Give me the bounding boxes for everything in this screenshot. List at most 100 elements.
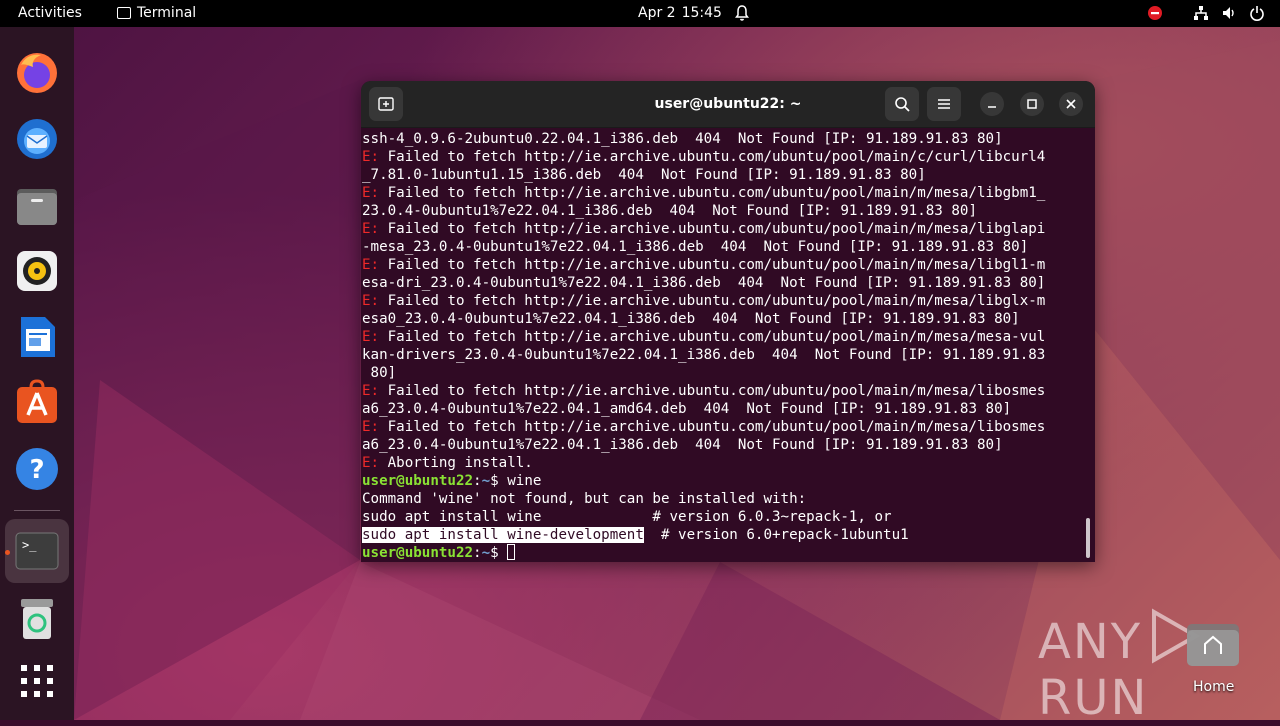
minimize-icon (988, 106, 996, 108)
error-prefix: E: (362, 221, 380, 237)
minimize-button[interactable] (980, 92, 1004, 116)
maximize-icon (1027, 99, 1037, 109)
volume-icon (1220, 4, 1238, 22)
terminal-line: E: Failed to fetch http://ie.archive.ubu… (362, 184, 1082, 202)
prompt-separator: : (473, 545, 482, 561)
terminal-line: kan-drivers_23.0.4-0ubuntu1%7e22.04.1_i3… (362, 346, 1082, 364)
terminal-line: user@ubuntu22:~$ (362, 544, 1082, 562)
dock-separator (14, 510, 60, 511)
output-text: a6_23.0.4-0ubuntu1%7e22.04.1_amd64.deb 4… (362, 401, 1012, 417)
terminal-line: sudo apt install wine-development # vers… (362, 526, 1082, 544)
terminal-line: E: Failed to fetch http://ie.archive.ubu… (362, 292, 1082, 310)
top-bar: Activities Terminal Apr 2 15:45 (0, 0, 1280, 27)
app-menu[interactable]: Terminal (117, 5, 196, 21)
dock-help[interactable]: ? (13, 445, 61, 493)
terminal-line: E: Failed to fetch http://ie.archive.ubu… (362, 418, 1082, 436)
help-icon: ? (16, 448, 58, 490)
terminal-window[interactable]: user@ubuntu22: ~ ssh-4_0.9.6-2ubuntu0.22… (361, 81, 1095, 562)
dock-firefox[interactable] (13, 49, 61, 97)
error-message: Failed to fetch http://ie.archive.ubuntu… (379, 293, 1046, 309)
prompt-path: ~ (481, 545, 491, 561)
prompt-user: user@ubuntu22 (362, 473, 474, 489)
dock-files[interactable] (13, 181, 61, 229)
terminal-line: 23.0.4-0ubuntu1%7e22.04.1_i386.deb 404 N… (362, 202, 1082, 220)
trash-icon (21, 599, 53, 639)
dock-ubuntu-software[interactable] (13, 379, 61, 427)
network-icon (1192, 4, 1210, 22)
terminal-app-icon (117, 7, 131, 19)
do-not-disturb-icon (1146, 4, 1164, 22)
error-message: Failed to fetch http://ie.archive.ubuntu… (379, 185, 1046, 201)
home-folder-icon[interactable] (1185, 620, 1241, 668)
error-prefix: E: (362, 149, 380, 165)
error-prefix: E: (362, 329, 380, 345)
dock: ? >_ (0, 27, 74, 720)
terminal-headerbar[interactable]: user@ubuntu22: ~ (361, 81, 1095, 128)
error-message: Failed to fetch http://ie.archive.ubuntu… (379, 221, 1046, 237)
dock-show-applications[interactable] (13, 657, 61, 705)
terminal-line: a6_23.0.4-0ubuntu1%7e22.04.1_amd64.deb 4… (362, 400, 1082, 418)
app-grid-icon (21, 665, 53, 697)
error-prefix: E: (362, 383, 380, 399)
error-message: Failed to fetch http://ie.archive.ubuntu… (379, 149, 1046, 165)
output-text: ssh-4_0.9.6-2ubuntu0.22.04.1_i386.deb 40… (362, 131, 1003, 147)
error-message: Failed to fetch http://ie.archive.ubuntu… (379, 419, 1046, 435)
running-indicator (5, 550, 10, 555)
terminal-line: sudo apt install wine # version 6.0.3~re… (362, 508, 1082, 526)
error-message: Failed to fetch http://ie.archive.ubuntu… (379, 329, 1046, 345)
search-button[interactable] (885, 87, 919, 121)
writer-icon (21, 317, 55, 357)
terminal-line: _7.81.0-1ubuntu1.15_i386.deb 404 Not Fou… (362, 166, 1082, 184)
output-text: 80] (362, 365, 397, 381)
error-prefix: E: (362, 257, 380, 273)
svg-text:?: ? (29, 455, 44, 485)
terminal-output[interactable]: ssh-4_0.9.6-2ubuntu0.22.04.1_i386.deb 40… (362, 130, 1082, 562)
notification-bell-icon[interactable] (734, 4, 750, 22)
terminal-line: E: Failed to fetch http://ie.archive.ubu… (362, 382, 1082, 400)
output-text: 23.0.4-0ubuntu1%7e22.04.1_i386.deb 404 N… (362, 203, 977, 219)
search-icon (895, 97, 910, 112)
error-message: Failed to fetch http://ie.archive.ubuntu… (379, 257, 1046, 273)
output-text: Command 'wine' not found, but can be ins… (362, 491, 807, 507)
output-text: # version 6.0+repack-1ubuntu1 (643, 527, 909, 543)
system-tray[interactable] (1146, 4, 1266, 22)
watermark-text-left: ANY (1038, 614, 1143, 670)
output-text: esa-dri_23.0.4-0ubuntu1%7e22.04.1_i386.d… (362, 275, 1046, 291)
close-button[interactable] (1059, 92, 1083, 116)
terminal-line: E: Failed to fetch http://ie.archive.ubu… (362, 148, 1082, 166)
maximize-button[interactable] (1020, 92, 1044, 116)
dock-trash[interactable] (13, 595, 61, 643)
terminal-scrollbar[interactable] (1086, 518, 1090, 558)
dock-libreoffice-writer[interactable] (13, 313, 61, 361)
app-menu-label: Terminal (137, 5, 197, 21)
terminal-line: a6_23.0.4-0ubuntu1%7e22.04.1_i386.deb 40… (362, 436, 1082, 454)
close-icon (1066, 99, 1076, 109)
clock[interactable]: Apr 2 15:45 (638, 5, 722, 21)
dock-thunderbird[interactable] (13, 115, 61, 163)
error-message: Failed to fetch http://ie.archive.ubuntu… (379, 383, 1046, 399)
dock-terminal[interactable]: >_ (13, 527, 61, 575)
clock-date: Apr 2 (638, 5, 676, 21)
error-prefix: E: (362, 293, 380, 309)
error-prefix: E: (362, 419, 380, 435)
error-prefix: E: (362, 185, 380, 201)
terminal-line: esa0_23.0.4-0ubuntu1%7e22.04.1_i386.deb … (362, 310, 1082, 328)
command-text: wine (507, 473, 542, 489)
text-cursor (507, 544, 516, 560)
terminal-line: 80] (362, 364, 1082, 382)
menu-button[interactable] (927, 87, 961, 121)
terminal-line: user@ubuntu22:~$ wine (362, 472, 1082, 490)
dock-rhythmbox[interactable] (13, 247, 61, 295)
prompt-separator: : (473, 473, 482, 489)
software-icon (17, 379, 57, 423)
error-message: Aborting install. (379, 455, 533, 471)
home-folder-label[interactable]: Home (1193, 679, 1234, 695)
anyrun-watermark: ANYRUN (1038, 608, 1280, 726)
hamburger-menu-icon (938, 99, 950, 109)
activities-button[interactable]: Activities (18, 5, 82, 21)
terminal-line: E: Failed to fetch http://ie.archive.ubu… (362, 256, 1082, 274)
output-text: a6_23.0.4-0ubuntu1%7e22.04.1_i386.deb 40… (362, 437, 1003, 453)
thunderbird-icon (17, 119, 57, 159)
prompt-symbol: $ (490, 545, 508, 561)
output-text: -mesa_23.0.4-0ubuntu1%7e22.04.1_i386.deb… (362, 239, 1029, 255)
